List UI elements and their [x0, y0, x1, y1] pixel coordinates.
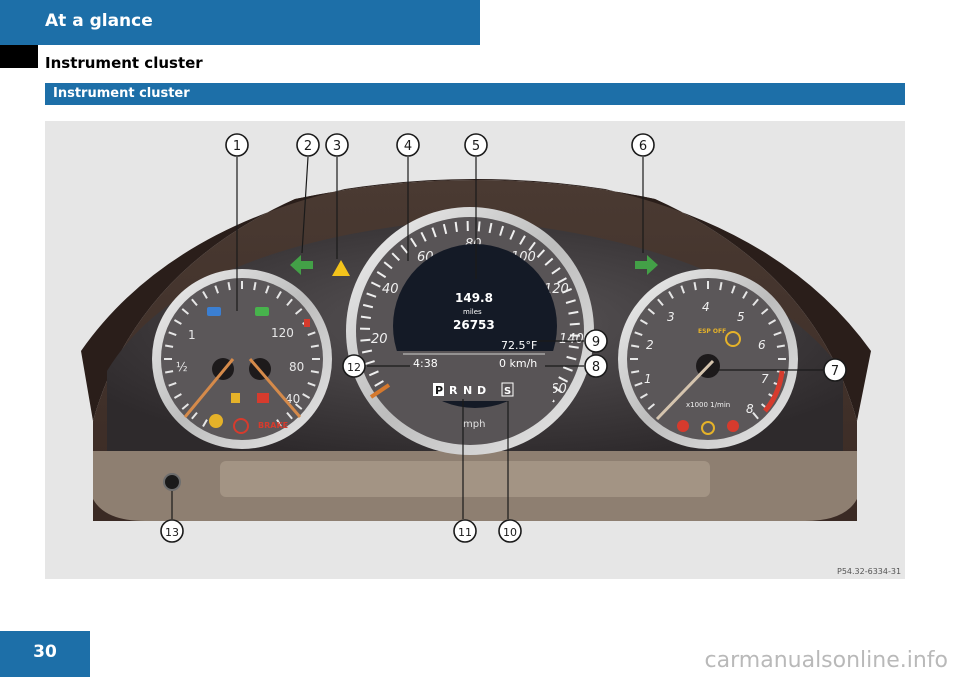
callout-number-4: 4 [404, 139, 412, 154]
callout-number-8: 8 [592, 360, 600, 375]
fog-light-icon [255, 307, 269, 316]
speed-tick-20: 20 [371, 332, 388, 347]
clock-readout: 4:38 [413, 357, 438, 370]
callout-number-6: 6 [639, 139, 647, 154]
page-heading: Instrument cluster [45, 54, 203, 72]
tach-tick-4: 4 [702, 300, 710, 314]
fuel-label-1: 1 [188, 328, 196, 342]
gauge-tick [569, 322, 580, 326]
left-gauge: 1 ½ 120 80 40 BRAKE [152, 269, 332, 449]
temp-label-120: 120 [271, 326, 294, 340]
callout-number-1: 1 [233, 139, 241, 154]
callout-number-12: 12 [347, 361, 361, 374]
watermark-text: carmanualsonline.info [704, 648, 948, 673]
mode-s: S [504, 386, 511, 397]
tach-tick-5: 5 [737, 310, 745, 324]
gear-r: R [449, 384, 458, 397]
low-beam-icon [207, 307, 221, 316]
gear-n: N [463, 384, 472, 397]
gauge-tick [253, 282, 257, 291]
check-engine-icon [209, 414, 223, 428]
gauge-tick [477, 221, 481, 232]
gauge-tick [310, 344, 319, 348]
trip-value: 149.8 [455, 291, 493, 305]
page-tab-marker [0, 45, 38, 68]
chapter-title: At a glance [45, 11, 153, 31]
trip-unit: miles [463, 308, 482, 316]
callout-number-3: 3 [333, 139, 341, 154]
callout-number-5: 5 [472, 139, 480, 154]
coolant-warning-icon [257, 393, 269, 403]
gear-d: D [477, 384, 486, 397]
figure-code: P54.32-6334-31 [837, 567, 901, 576]
gauge-tick [631, 370, 640, 374]
callout-number-10: 10 [503, 526, 517, 539]
gauge-tick [310, 370, 319, 374]
tach-tick-1: 1 [644, 372, 652, 386]
red-zone-mark [304, 319, 310, 327]
instrument-cluster-figure: 1 ½ 120 80 40 BRAKE 20 40 60 80 100 120 … [45, 121, 905, 579]
airbag-icon [727, 420, 739, 432]
gauge-tick [631, 344, 640, 348]
tach-tick-8: 8 [746, 402, 754, 416]
callout-number-2: 2 [304, 139, 312, 154]
speed-tick-40: 40 [382, 282, 399, 297]
callout-number-9: 9 [592, 335, 600, 350]
gauge-tick [693, 282, 697, 291]
bezel-strip [220, 461, 710, 497]
section-label: Instrument cluster [53, 86, 190, 101]
gauge-tick [165, 370, 174, 374]
callout-number-7: 7 [831, 364, 839, 379]
speed-tick-140: 140 [559, 332, 584, 347]
callout-number-13: 13 [165, 526, 179, 539]
gauge-tick [227, 282, 231, 291]
outside-temperature: 72.5°F [501, 339, 537, 352]
reset-button [163, 473, 181, 491]
esp-off-label: ESP OFF [698, 328, 726, 335]
gauge-tick [454, 221, 458, 232]
gauge-tick [360, 315, 371, 319]
tach-tick-3: 3 [667, 310, 675, 324]
tach-tick-6: 6 [758, 338, 766, 352]
tach-tick-2: 2 [646, 338, 654, 352]
odometer-value: 26753 [453, 318, 495, 332]
fuel-label-half: ½ [176, 360, 188, 374]
fuel-warning-icon [231, 393, 240, 403]
brake-label: BRAKE [258, 421, 288, 430]
tach-unit: x1000 1/min [686, 401, 730, 409]
speed-unit: mph [463, 419, 485, 430]
callout-number-11: 11 [458, 526, 472, 539]
tachometer: 1 2 3 4 5 6 7 8 x1000 1/min ESP OFF [618, 269, 798, 449]
speedometer: 20 40 60 80 100 120 140 160 mph 149.8 mi… [346, 207, 594, 455]
gauge-tick [719, 282, 723, 291]
page-number: 30 [33, 642, 57, 662]
gear-p: P [435, 384, 443, 397]
temp-label-80: 80 [289, 360, 304, 374]
speed-readout: 0 km/h [499, 357, 537, 370]
tach-tick-7: 7 [761, 372, 769, 386]
seatbelt-icon [677, 420, 689, 432]
gauge-tick [776, 344, 785, 348]
gauge-tick [165, 344, 174, 348]
gauge-tick [360, 338, 371, 342]
